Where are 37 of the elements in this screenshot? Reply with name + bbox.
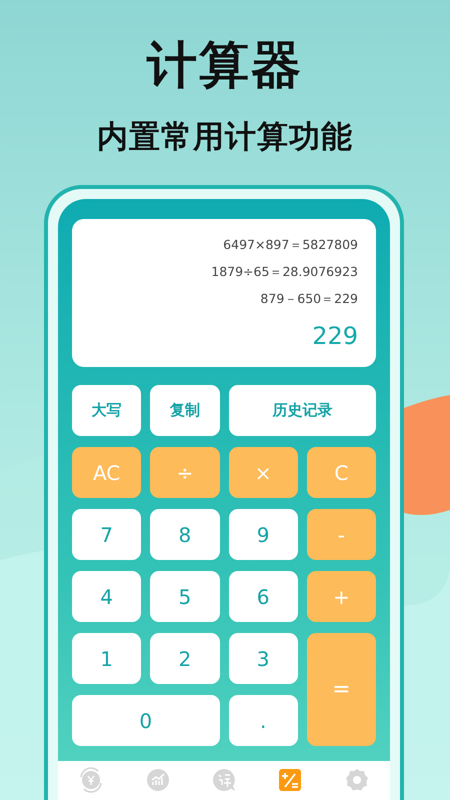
function-button[interactable]: 复制 [150, 385, 220, 436]
key-button[interactable]: 0 [72, 695, 220, 746]
key-button[interactable]: AC [72, 447, 142, 498]
key-button[interactable]: 2 [150, 633, 220, 684]
key-button[interactable]: . [228, 695, 298, 746]
key-button[interactable]: 9 [228, 509, 298, 560]
calculator-tab[interactable] [277, 767, 304, 793]
history-line: 6497×897＝5827809 [223, 237, 358, 253]
translate-tab[interactable] [210, 767, 237, 793]
key-button[interactable]: C [306, 447, 376, 498]
key-button[interactable]: 1 [72, 633, 142, 684]
key-button[interactable]: - [306, 509, 376, 560]
key-button[interactable]: 7 [72, 509, 142, 560]
translate-icon [210, 767, 237, 793]
key-button[interactable]: × [228, 447, 298, 498]
key-button[interactable]: ÷ [150, 447, 220, 498]
history-line: 1879÷65＝28.9076923 [211, 264, 358, 280]
key-button[interactable]: 5 [150, 571, 220, 622]
result-text: 229 [312, 321, 358, 351]
chart-icon [144, 767, 171, 793]
settings-icon [344, 767, 370, 793]
settings-tab[interactable] [344, 767, 370, 793]
chart-tab[interactable] [144, 767, 171, 793]
app-subtitle: 内置常用计算功能 [97, 118, 353, 157]
key-button[interactable]: = [306, 633, 376, 746]
key-button[interactable]: 3 [228, 633, 298, 684]
key-button[interactable]: 6 [228, 571, 298, 622]
function-button[interactable]: 大写 [72, 385, 142, 436]
calculator-icon [277, 767, 304, 793]
function-button[interactable]: 历史记录 [228, 385, 376, 436]
key-button[interactable]: 8 [150, 509, 220, 560]
key-button[interactable]: 4 [72, 571, 142, 622]
currency-icon [78, 767, 104, 793]
key-button[interactable]: + [306, 571, 376, 622]
currency-tab[interactable] [78, 767, 104, 793]
history-line: 879－650＝229 [260, 291, 358, 307]
app-title: 计算器 [147, 35, 303, 95]
